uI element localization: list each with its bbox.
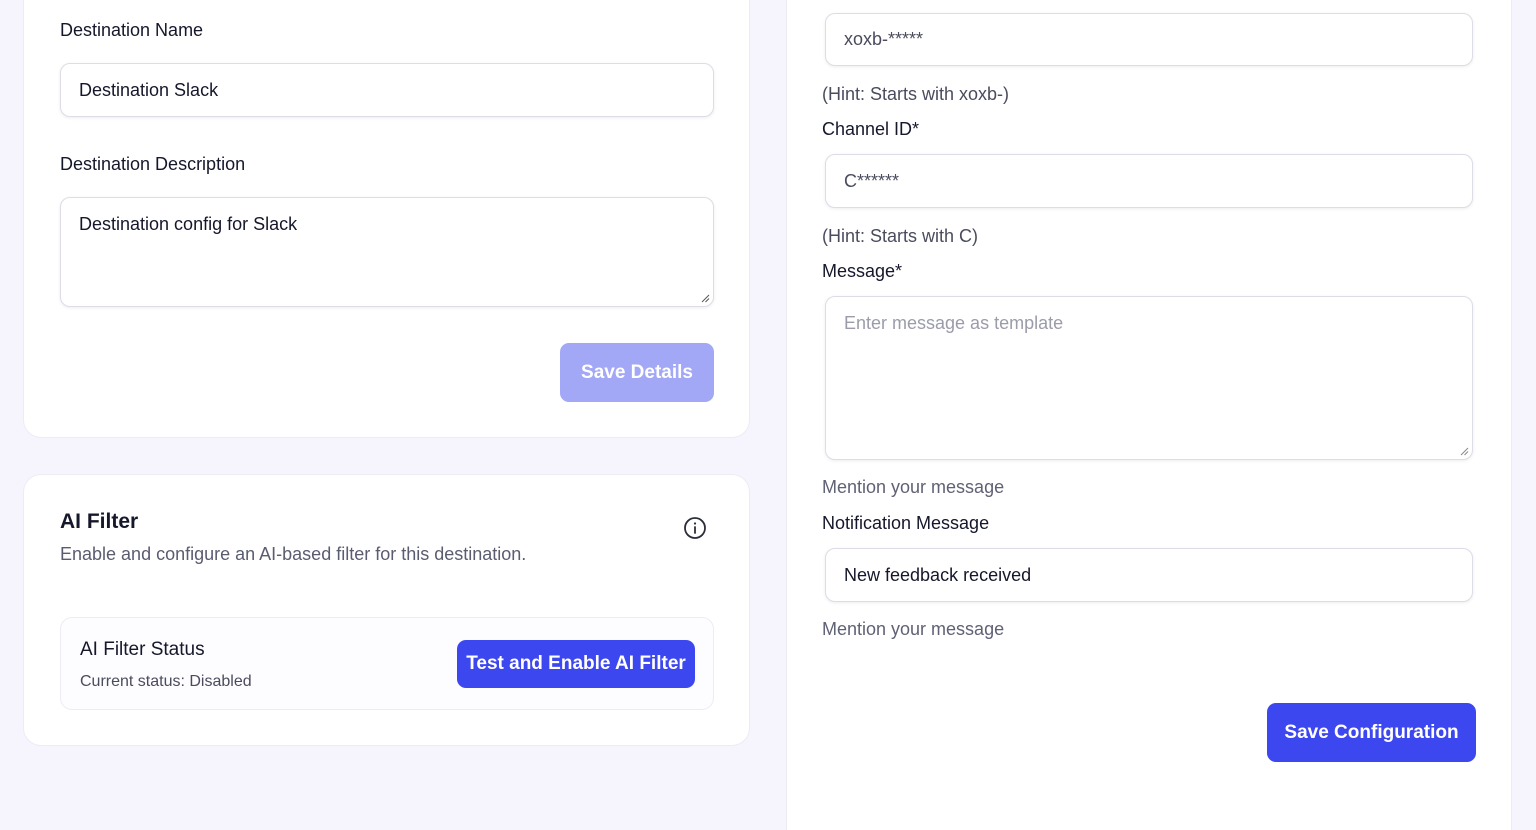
notification-message-input[interactable]: New feedback received [825, 548, 1473, 602]
resize-grip-icon[interactable] [700, 293, 710, 303]
destination-description-textarea[interactable]: Destination config for Slack [60, 197, 714, 307]
bot-token-input[interactable]: xoxb-***** [825, 13, 1473, 66]
message-label: Message* [822, 261, 903, 281]
ai-filter-status-box: AI Filter Status Current status: Disable… [60, 617, 714, 710]
destination-details-card: Destination Name Destination Slack Desti… [23, 0, 750, 438]
ai-filter-title: AI Filter [60, 510, 139, 533]
channel-id-label: Channel ID* [822, 119, 920, 139]
destination-description-label: Destination Description [60, 154, 246, 174]
notification-message-hint: Mention your message [822, 619, 1005, 639]
destination-config-page: Destination Name Destination Slack Desti… [0, 0, 1536, 830]
message-hint: Mention your message [822, 477, 1005, 497]
bot-token-hint: (Hint: Starts with xoxb-) [822, 84, 1010, 104]
channel-id-input[interactable]: C****** [825, 154, 1473, 208]
slack-config-card: xoxb-***** (Hint: Starts with xoxb-) Cha… [786, 0, 1512, 830]
destination-description-text: Destination config for Slack [79, 214, 298, 234]
destination-name-label: Destination Name [60, 20, 204, 40]
save-configuration-button[interactable]: Save Configuration [1267, 703, 1476, 762]
save-details-button[interactable]: Save Details [560, 343, 714, 402]
ai-filter-status-title: AI Filter Status [80, 639, 205, 660]
test-enable-ai-filter-button[interactable]: Test and Enable AI Filter [457, 640, 695, 688]
destination-name-input[interactable]: Destination Slack [60, 63, 714, 117]
notification-message-label: Notification Message [822, 513, 990, 533]
channel-id-hint: (Hint: Starts with C) [822, 226, 979, 246]
message-textarea[interactable]: Enter message as template [825, 296, 1473, 460]
resize-grip-icon[interactable] [1459, 446, 1469, 456]
info-icon[interactable] [683, 516, 707, 540]
ai-filter-description: Enable and configure an AI-based filter … [60, 544, 527, 564]
ai-filter-card: AI Filter Enable and configure an AI-bas… [23, 474, 750, 746]
message-placeholder: Enter message as template [844, 313, 1064, 333]
ai-filter-status-text: Current status: Disabled [80, 673, 252, 690]
